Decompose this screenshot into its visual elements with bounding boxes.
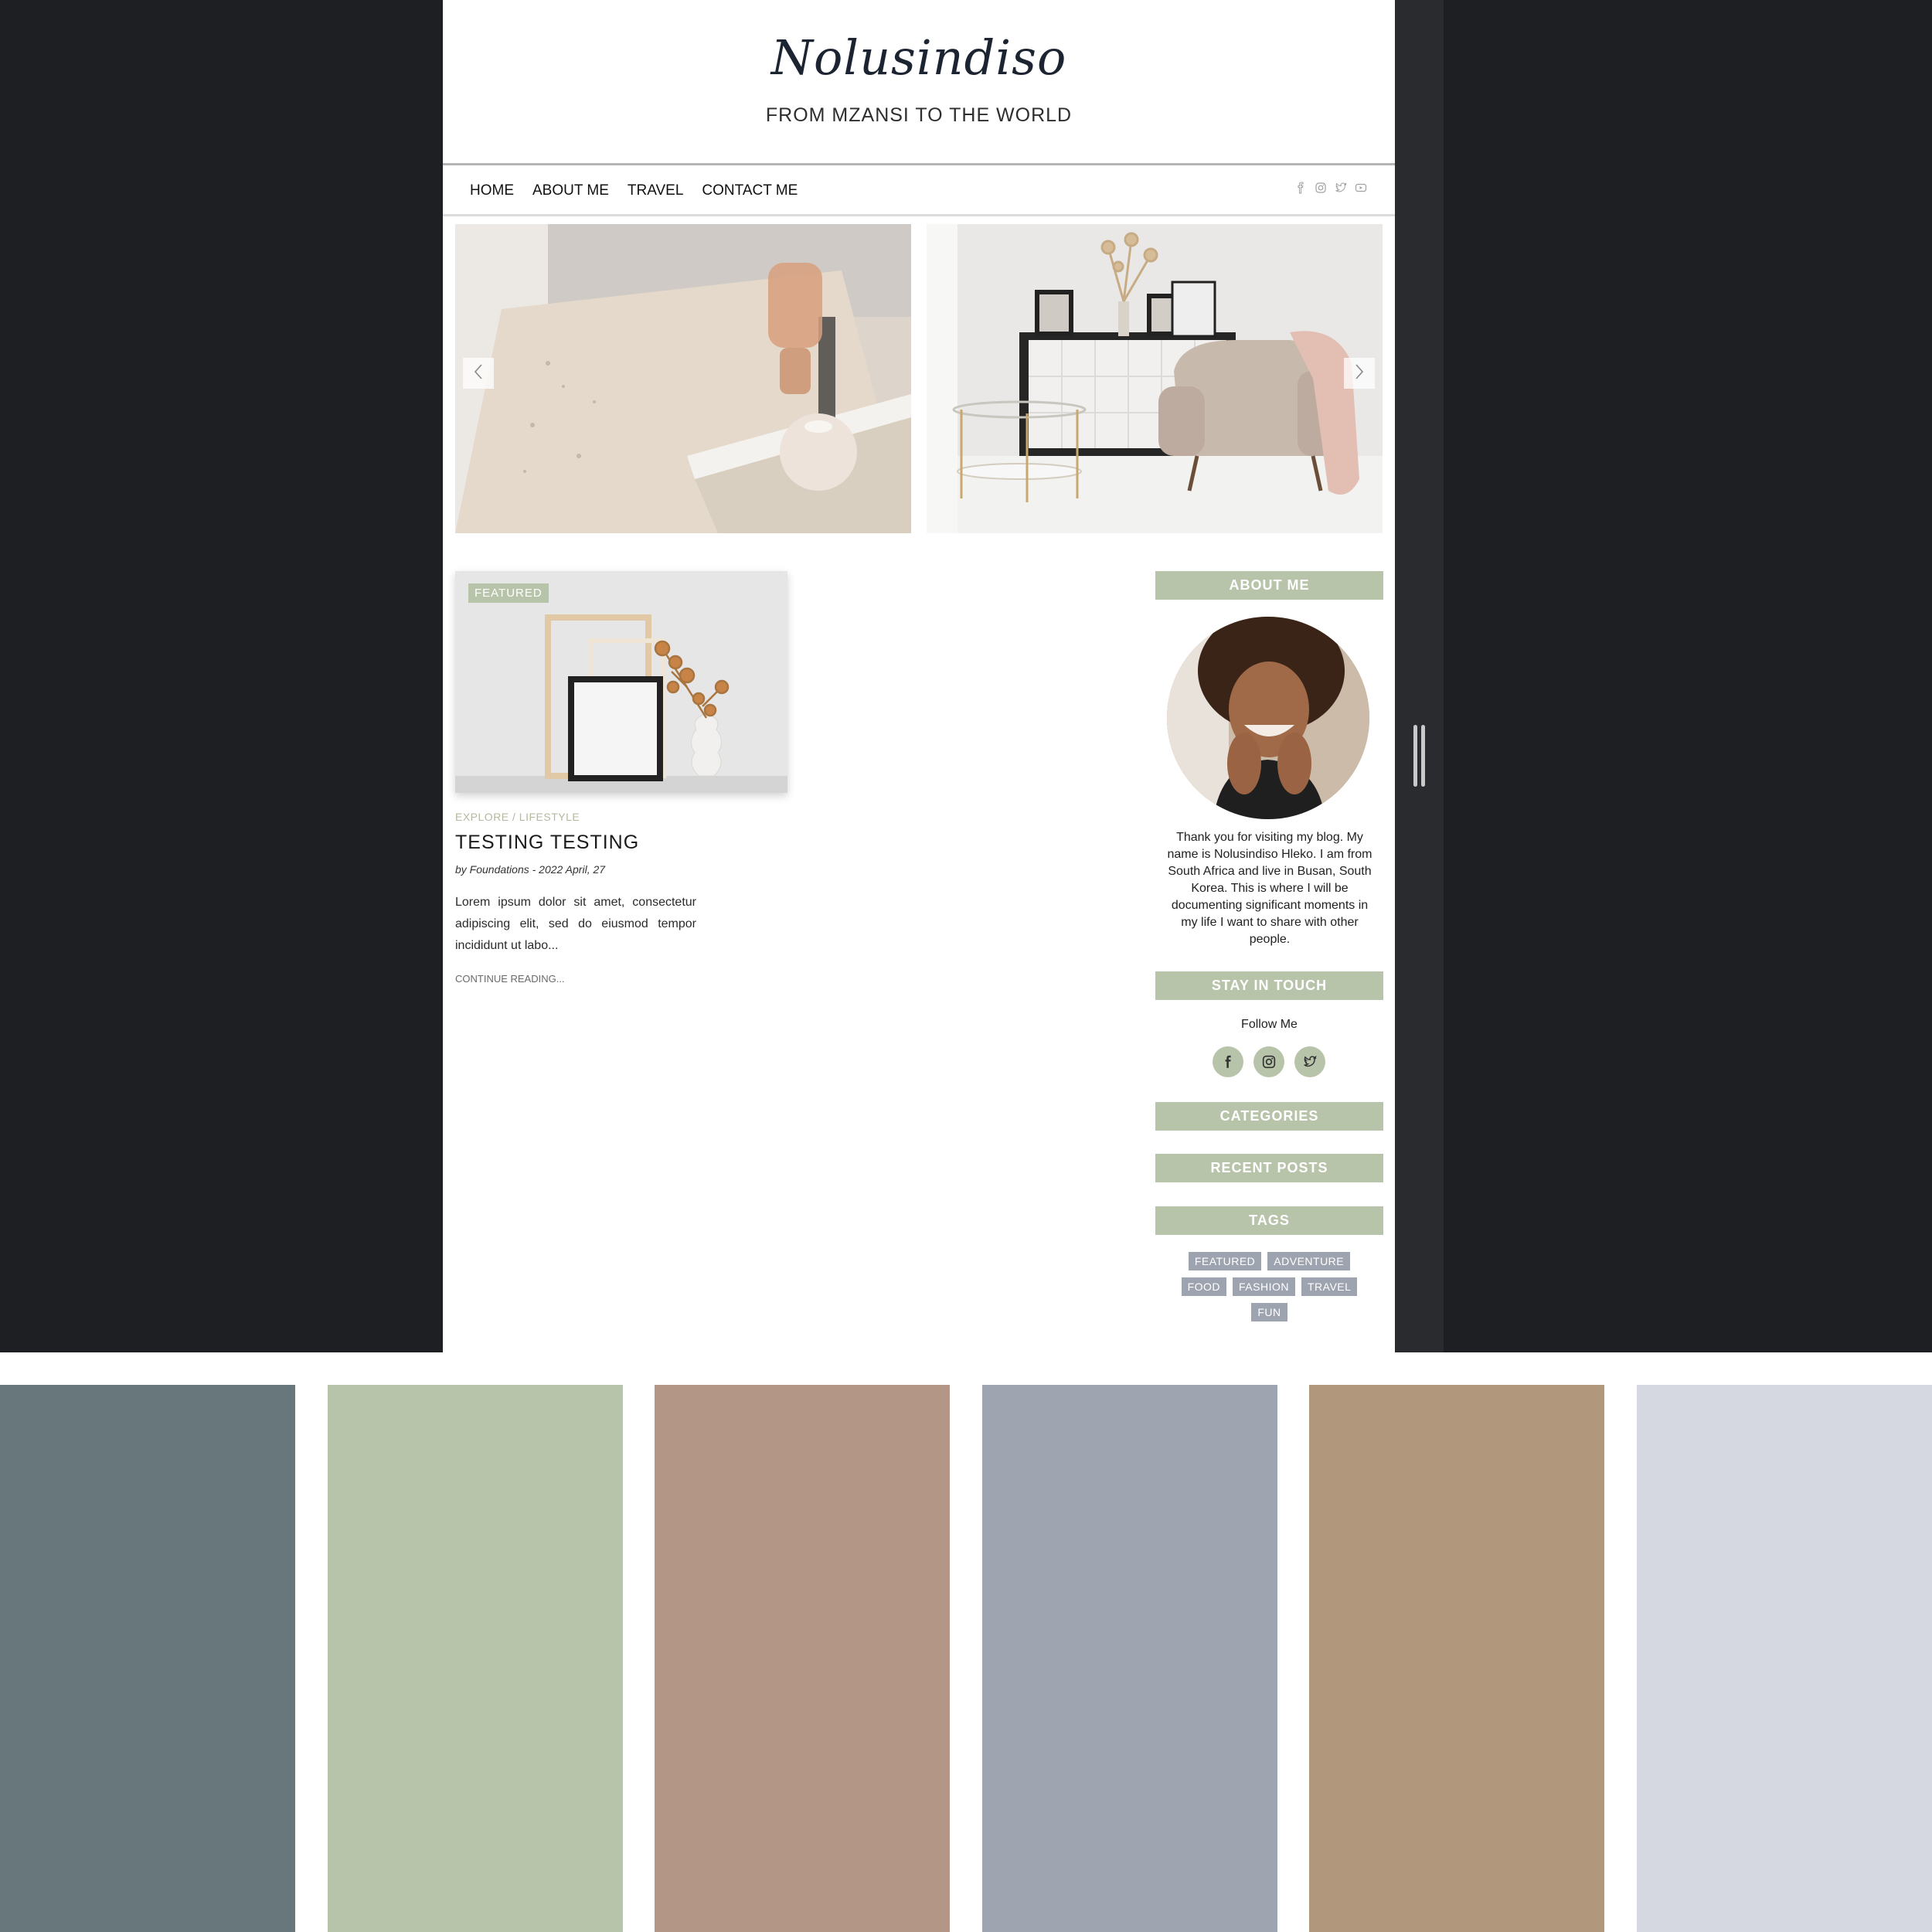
tag-fashion[interactable]: FASHION	[1233, 1277, 1295, 1296]
twitter-icon[interactable]	[1335, 182, 1347, 194]
blog-title[interactable]: Nolusindiso	[443, 29, 1395, 86]
avatar	[1167, 617, 1369, 819]
widget-heading-about: ABOUT ME	[1155, 571, 1383, 600]
instagram-icon[interactable]	[1253, 1046, 1284, 1077]
blog-page: Nolusindiso FROM MZANSI TO THE WORLD HOM…	[443, 0, 1395, 1352]
about-text: Thank you for visiting my blog. My name …	[1167, 831, 1372, 946]
nav-item-home[interactable]: HOME	[470, 182, 514, 199]
post-meta: by Foundations - 2022 April, 27	[455, 863, 606, 876]
resize-handle[interactable]	[1413, 725, 1426, 787]
post-title[interactable]: TESTING TESTING	[455, 832, 639, 854]
palette-swatch-blue-gray	[982, 1385, 1277, 1932]
youtube-icon[interactable]	[1355, 182, 1367, 194]
post-excerpt: Lorem ipsum dolor sit amet, consectetur …	[455, 896, 696, 952]
widget-heading-stay-in-touch: STAY IN TOUCH	[1155, 971, 1383, 1000]
nav-item-about-me[interactable]: ABOUT ME	[532, 182, 609, 199]
featured-badge[interactable]: FEATURED	[468, 583, 549, 603]
nav-item-travel[interactable]: TRAVEL	[628, 182, 684, 199]
viewport-gutter	[1395, 0, 1444, 1352]
widget-heading-categories: CATEGORIES	[1155, 1102, 1383, 1131]
slider-prev-button[interactable]	[463, 358, 494, 389]
palette-swatch-rose-brown	[655, 1385, 950, 1932]
slider-image-hourglass[interactable]	[455, 224, 911, 533]
post-thumbnail[interactable]: FEATURED	[455, 571, 787, 793]
nav-social-icons	[1294, 182, 1367, 194]
chevron-right-icon	[1354, 363, 1365, 384]
screenshot-backdrop: Nolusindiso FROM MZANSI TO THE WORLD HOM…	[0, 0, 1932, 1352]
nav-divider-top	[443, 163, 1395, 165]
continue-reading-link[interactable]: CONTINUE READING...	[455, 973, 565, 985]
instagram-icon[interactable]	[1315, 182, 1327, 194]
tag-fun[interactable]: FUN	[1251, 1303, 1287, 1321]
main-nav: HOME ABOUT ME TRAVEL CONTACT ME	[470, 182, 798, 199]
slider-image-living-room[interactable]	[927, 224, 1383, 533]
chevron-left-icon	[473, 363, 484, 384]
nav-item-contact-me[interactable]: CONTACT ME	[702, 182, 798, 199]
sidebar-social-icons	[1213, 1046, 1325, 1077]
palette-swatch-sage	[328, 1385, 623, 1932]
facebook-icon[interactable]	[1294, 182, 1307, 194]
post-categories[interactable]: EXPLORE / LIFESTYLE	[455, 811, 580, 823]
palette-swatch-slate	[0, 1385, 295, 1932]
widget-heading-tags: TAGS	[1155, 1206, 1383, 1235]
slider-next-button[interactable]	[1344, 358, 1375, 389]
nav-divider-bottom	[443, 214, 1395, 216]
widget-heading-recent-posts: RECENT POSTS	[1155, 1154, 1383, 1182]
tag-adventure[interactable]: ADVENTURE	[1267, 1252, 1351, 1270]
tag-cloud: FEATURED ADVENTURE FOOD FASHION TRAVEL F…	[1155, 1252, 1383, 1321]
twitter-icon[interactable]	[1294, 1046, 1325, 1077]
tag-travel[interactable]: TRAVEL	[1301, 1277, 1358, 1296]
follow-me-label: Follow Me	[1241, 1018, 1298, 1031]
facebook-icon[interactable]	[1213, 1046, 1243, 1077]
tag-food[interactable]: FOOD	[1181, 1277, 1227, 1296]
palette-swatch-light-gray	[1637, 1385, 1932, 1932]
palette-swatch-tan	[1309, 1385, 1604, 1932]
tag-featured[interactable]: FEATURED	[1188, 1252, 1262, 1270]
blog-tagline: FROM MZANSI TO THE WORLD	[765, 104, 1073, 126]
